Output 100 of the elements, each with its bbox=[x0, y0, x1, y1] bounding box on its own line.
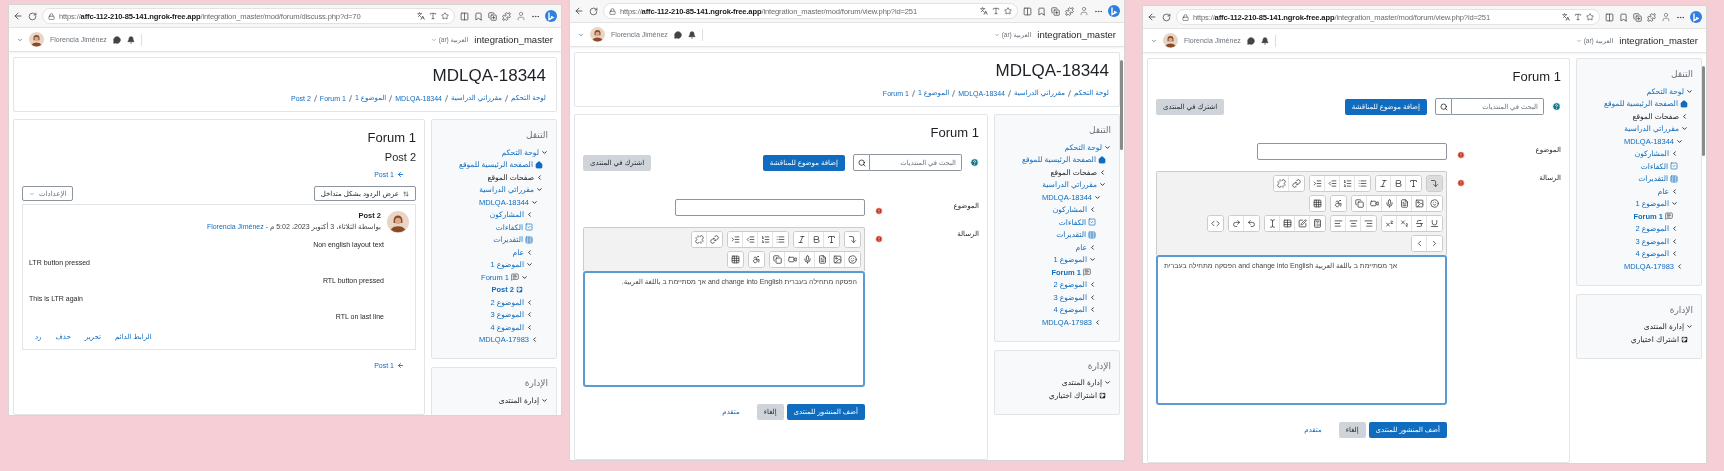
translate-icon[interactable] bbox=[980, 7, 988, 15]
files-button[interactable] bbox=[1352, 196, 1367, 211]
table-button[interactable] bbox=[1280, 216, 1295, 231]
indent-button[interactable] bbox=[1310, 176, 1325, 191]
undo-button[interactable] bbox=[1244, 216, 1259, 231]
chevron-down-icon[interactable] bbox=[1089, 256, 1096, 264]
profile-icon[interactable] bbox=[1661, 12, 1671, 22]
chevron-down-icon[interactable] bbox=[1671, 200, 1678, 208]
profile-icon[interactable] bbox=[1079, 6, 1089, 16]
chevron-down-icon[interactable] bbox=[1104, 143, 1111, 151]
star-icon[interactable] bbox=[1004, 7, 1012, 15]
split-screen-icon[interactable] bbox=[1023, 6, 1032, 16]
chevron-left-icon[interactable] bbox=[1671, 150, 1678, 158]
reload-icon[interactable] bbox=[1162, 12, 1171, 22]
star-icon[interactable] bbox=[1586, 13, 1594, 21]
italic-button[interactable] bbox=[794, 232, 809, 247]
text-icon[interactable] bbox=[1574, 13, 1582, 21]
edit-button[interactable] bbox=[1295, 216, 1310, 231]
files-button[interactable] bbox=[770, 252, 785, 267]
scrollbar[interactable] bbox=[1702, 66, 1705, 156]
chevron-left-icon[interactable] bbox=[526, 211, 533, 219]
site-name[interactable]: integration_master bbox=[1619, 35, 1698, 46]
grid-button[interactable] bbox=[728, 252, 743, 267]
indent-button[interactable] bbox=[728, 232, 743, 247]
emoji-button[interactable] bbox=[1427, 196, 1442, 211]
redo-button[interactable] bbox=[1229, 216, 1244, 231]
image-button[interactable] bbox=[830, 252, 845, 267]
favorites-icon[interactable] bbox=[1037, 6, 1046, 16]
grid-button[interactable] bbox=[1310, 196, 1325, 211]
search-button[interactable] bbox=[1435, 98, 1452, 115]
unlink-button[interactable] bbox=[692, 232, 707, 247]
align-right-button[interactable] bbox=[1361, 216, 1376, 231]
chevron-down-icon[interactable] bbox=[1104, 379, 1111, 387]
chat-icon[interactable] bbox=[112, 35, 121, 44]
logo-icon[interactable] bbox=[1690, 11, 1702, 23]
puzzle-icon[interactable] bbox=[502, 11, 511, 21]
chevron-left-icon[interactable] bbox=[526, 248, 533, 256]
collections-icon[interactable] bbox=[1051, 6, 1060, 16]
bell-icon[interactable] bbox=[1260, 36, 1269, 45]
reload-icon[interactable] bbox=[28, 11, 37, 21]
chat-icon[interactable] bbox=[1246, 36, 1255, 45]
chevron-left-icon[interactable] bbox=[536, 173, 543, 181]
favorites-icon[interactable] bbox=[1619, 12, 1628, 22]
translate-icon[interactable] bbox=[1562, 13, 1570, 21]
chat-icon[interactable] bbox=[673, 30, 682, 39]
link-button[interactable] bbox=[707, 232, 722, 247]
emoji-button[interactable] bbox=[845, 252, 860, 267]
search-button[interactable] bbox=[853, 154, 870, 171]
back-icon[interactable] bbox=[574, 6, 584, 16]
help-icon[interactable] bbox=[970, 158, 979, 167]
numbered-list-button[interactable] bbox=[758, 232, 773, 247]
chevron-down-icon[interactable] bbox=[541, 148, 548, 156]
outdent-button[interactable] bbox=[743, 232, 758, 247]
chevron-down-icon[interactable] bbox=[1686, 87, 1693, 95]
chevron-down-icon[interactable] bbox=[541, 396, 548, 404]
text-icon[interactable] bbox=[992, 7, 1000, 15]
bell-icon[interactable] bbox=[687, 30, 696, 39]
align-left-button[interactable] bbox=[1331, 216, 1346, 231]
puzzle-icon[interactable] bbox=[1647, 12, 1656, 22]
back-icon[interactable] bbox=[13, 11, 23, 21]
collections-icon[interactable] bbox=[488, 11, 497, 21]
chevron-left-icon[interactable] bbox=[1099, 168, 1106, 176]
numbered-list-button[interactable] bbox=[1340, 176, 1355, 191]
unlink-button[interactable] bbox=[1274, 176, 1289, 191]
translate-icon[interactable] bbox=[417, 12, 425, 20]
bullet-list-button[interactable] bbox=[773, 232, 788, 247]
video-button[interactable] bbox=[785, 252, 800, 267]
chevron-left-icon[interactable] bbox=[1089, 206, 1096, 214]
split-screen-icon[interactable] bbox=[460, 11, 469, 21]
bullet-list-button[interactable] bbox=[1355, 176, 1370, 191]
accessibility-button[interactable] bbox=[749, 252, 764, 267]
bell-icon[interactable] bbox=[126, 35, 135, 44]
reload-icon[interactable] bbox=[589, 6, 598, 16]
help-icon[interactable] bbox=[1552, 102, 1561, 111]
html-button[interactable] bbox=[1208, 216, 1223, 231]
chevron-left-icon[interactable] bbox=[1089, 243, 1096, 251]
subject-field[interactable] bbox=[1257, 143, 1447, 160]
outdent-button[interactable] bbox=[1325, 176, 1340, 191]
favorites-icon[interactable] bbox=[474, 11, 483, 21]
collections-icon[interactable] bbox=[1633, 12, 1642, 22]
puzzle-icon[interactable] bbox=[1065, 6, 1074, 16]
video-button[interactable] bbox=[1367, 196, 1382, 211]
scrollbar[interactable] bbox=[1120, 60, 1123, 150]
profile-icon[interactable] bbox=[516, 11, 526, 21]
logo-icon[interactable] bbox=[1108, 5, 1120, 17]
toolbar-toggle-button[interactable] bbox=[1427, 176, 1442, 191]
subject-field[interactable] bbox=[675, 199, 865, 216]
logo-icon[interactable] bbox=[545, 10, 557, 22]
site-name[interactable]: integration_master bbox=[1037, 29, 1116, 40]
superscript-button[interactable] bbox=[1382, 216, 1397, 231]
link-button[interactable] bbox=[1289, 176, 1304, 191]
star-icon[interactable] bbox=[441, 12, 449, 20]
chevron-left-icon[interactable] bbox=[1681, 112, 1688, 120]
back-icon[interactable] bbox=[1147, 12, 1157, 22]
chevron-left-icon[interactable] bbox=[1671, 187, 1678, 195]
cursor-button[interactable] bbox=[1265, 216, 1280, 231]
toolbar-toggle-button[interactable] bbox=[845, 232, 860, 247]
accessibility-button[interactable] bbox=[1331, 196, 1346, 211]
chevron-down-icon[interactable] bbox=[1686, 323, 1693, 331]
site-name[interactable]: integration_master bbox=[474, 34, 553, 45]
